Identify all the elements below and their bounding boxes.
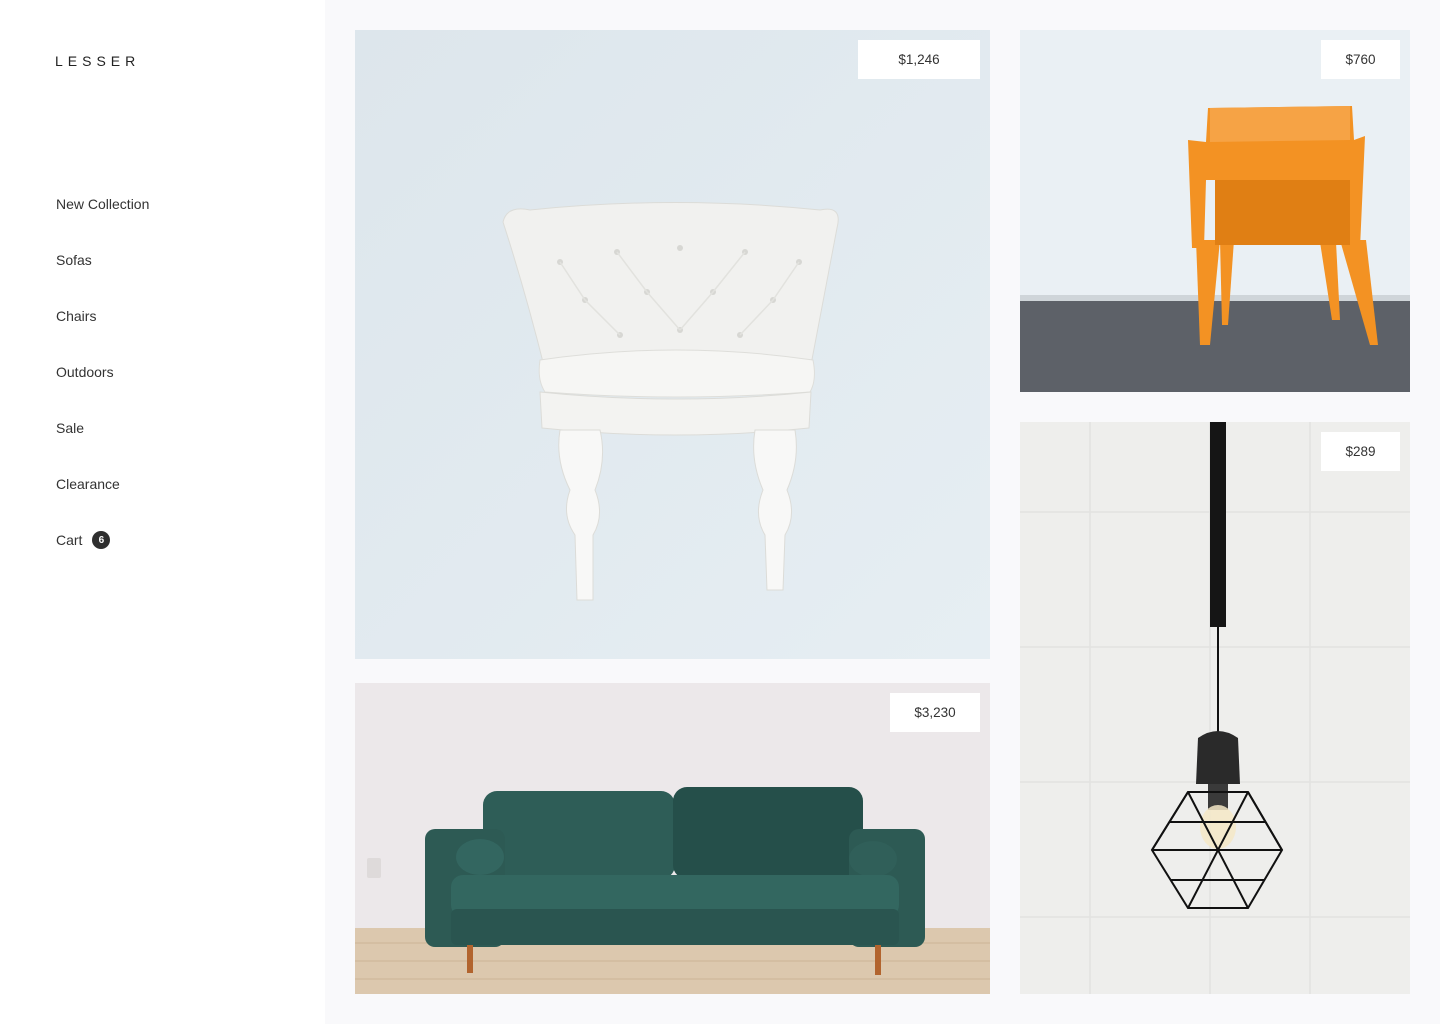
sidebar: LESSER New Collection Sofas Chairs Outdo… [0,0,325,1024]
nav-item-chairs[interactable]: Chairs [56,307,149,325]
nav-item-clearance[interactable]: Clearance [56,475,149,493]
lamp-image [1020,422,1410,994]
lamp-price-tag: $289 [1321,432,1400,471]
product-card-sofa[interactable]: $3,230 [355,683,990,994]
orange-chair-image [1020,30,1410,392]
brand-logo[interactable]: LESSER [55,53,140,69]
nav-item-outdoors[interactable]: Outdoors [56,363,149,381]
sofa-price-tag: $3,230 [890,693,980,732]
armchair-price-tag: $1,246 [858,40,980,79]
product-card-lamp[interactable]: $289 [1020,422,1410,994]
nav-item-cart[interactable]: Cart 6 [56,531,149,549]
cart-label: Cart [56,532,83,548]
main-nav: New Collection Sofas Chairs Outdoors Sal… [56,195,149,587]
nav-item-sale[interactable]: Sale [56,419,149,437]
product-card-orange-chair[interactable]: $760 [1020,30,1410,392]
cart-count-badge: 6 [92,531,111,549]
nav-item-new-collection[interactable]: New Collection [56,195,149,213]
orange-chair-price-tag: $760 [1321,40,1400,79]
nav-item-sofas[interactable]: Sofas [56,251,149,269]
armchair-image [355,30,990,659]
product-card-armchair[interactable]: $1,246 [355,30,990,659]
